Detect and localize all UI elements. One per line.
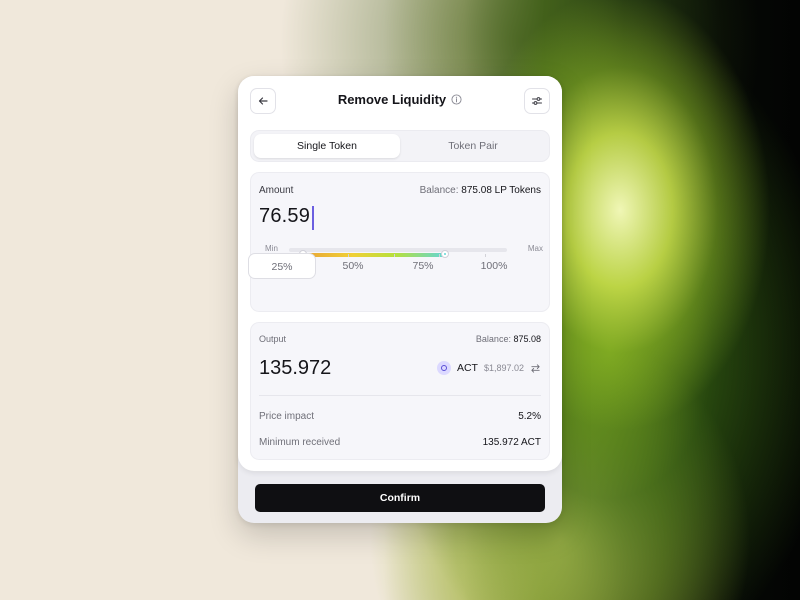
amount-label: Amount (259, 185, 294, 196)
act-token-icon (436, 361, 451, 375)
percent-100-button[interactable]: 100% (460, 253, 528, 279)
slider-min-label: Min (265, 244, 278, 253)
price-impact-label: Price impact (259, 411, 315, 422)
amount-balance-label: Balance: (419, 185, 459, 196)
form-panel: Remove Liquidity Single Token Token Pair… (238, 76, 562, 471)
output-balance-label: Balance: (475, 334, 511, 344)
header: Remove Liquidity (238, 92, 562, 107)
settings-button[interactable] (524, 88, 550, 114)
amount-input[interactable]: 76.59 (259, 205, 310, 228)
info-icon[interactable] (451, 94, 462, 105)
price-impact-value: 5.2% (518, 411, 541, 422)
output-balance: Balance: 875.08 (476, 334, 541, 344)
minimum-received-value: 135.972 ACT (482, 437, 541, 448)
token-symbol: ACT (456, 362, 478, 374)
minimum-received-label: Minimum received (259, 437, 341, 448)
divider (259, 395, 541, 396)
amount-balance-value: 875.08 LP Tokens (461, 185, 541, 196)
amount-section: Amount Balance: 875.08 LP Tokens 76.59 M… (250, 172, 550, 312)
amount-balance: Balance: 875.08 LP Tokens (420, 185, 541, 196)
output-token-selector[interactable]: ACT $1,897.02 (436, 361, 541, 375)
percent-options: 25% 50% 75% 100% (248, 253, 530, 279)
percent-25-button[interactable]: 25% (248, 253, 316, 279)
output-amount: 135.972 (259, 357, 332, 379)
mode-tabs: Single Token Token Pair (250, 130, 550, 162)
percent-75-button[interactable]: 75% (389, 253, 457, 279)
output-balance-value: 875.08 (513, 334, 541, 344)
remove-liquidity-card: Remove Liquidity Single Token Token Pair… (238, 76, 562, 523)
token-usd-value: $1,897.02 (483, 363, 524, 373)
sliders-icon (531, 97, 543, 105)
slider-max-label: Max (527, 244, 543, 253)
slider-track[interactable] (289, 248, 507, 258)
tab-token-pair[interactable]: Token Pair (400, 134, 546, 158)
page-title: Remove Liquidity (337, 92, 447, 107)
swap-arrows-icon[interactable] (530, 363, 541, 374)
confirm-button[interactable]: Confirm (255, 484, 545, 512)
output-section: Output Balance: 875.08 135.972 ACT $1,89… (250, 322, 550, 460)
output-label: Output (259, 334, 287, 344)
text-caret (312, 206, 314, 230)
tab-single-token[interactable]: Single Token (254, 134, 400, 158)
percent-50-button[interactable]: 50% (319, 253, 387, 279)
